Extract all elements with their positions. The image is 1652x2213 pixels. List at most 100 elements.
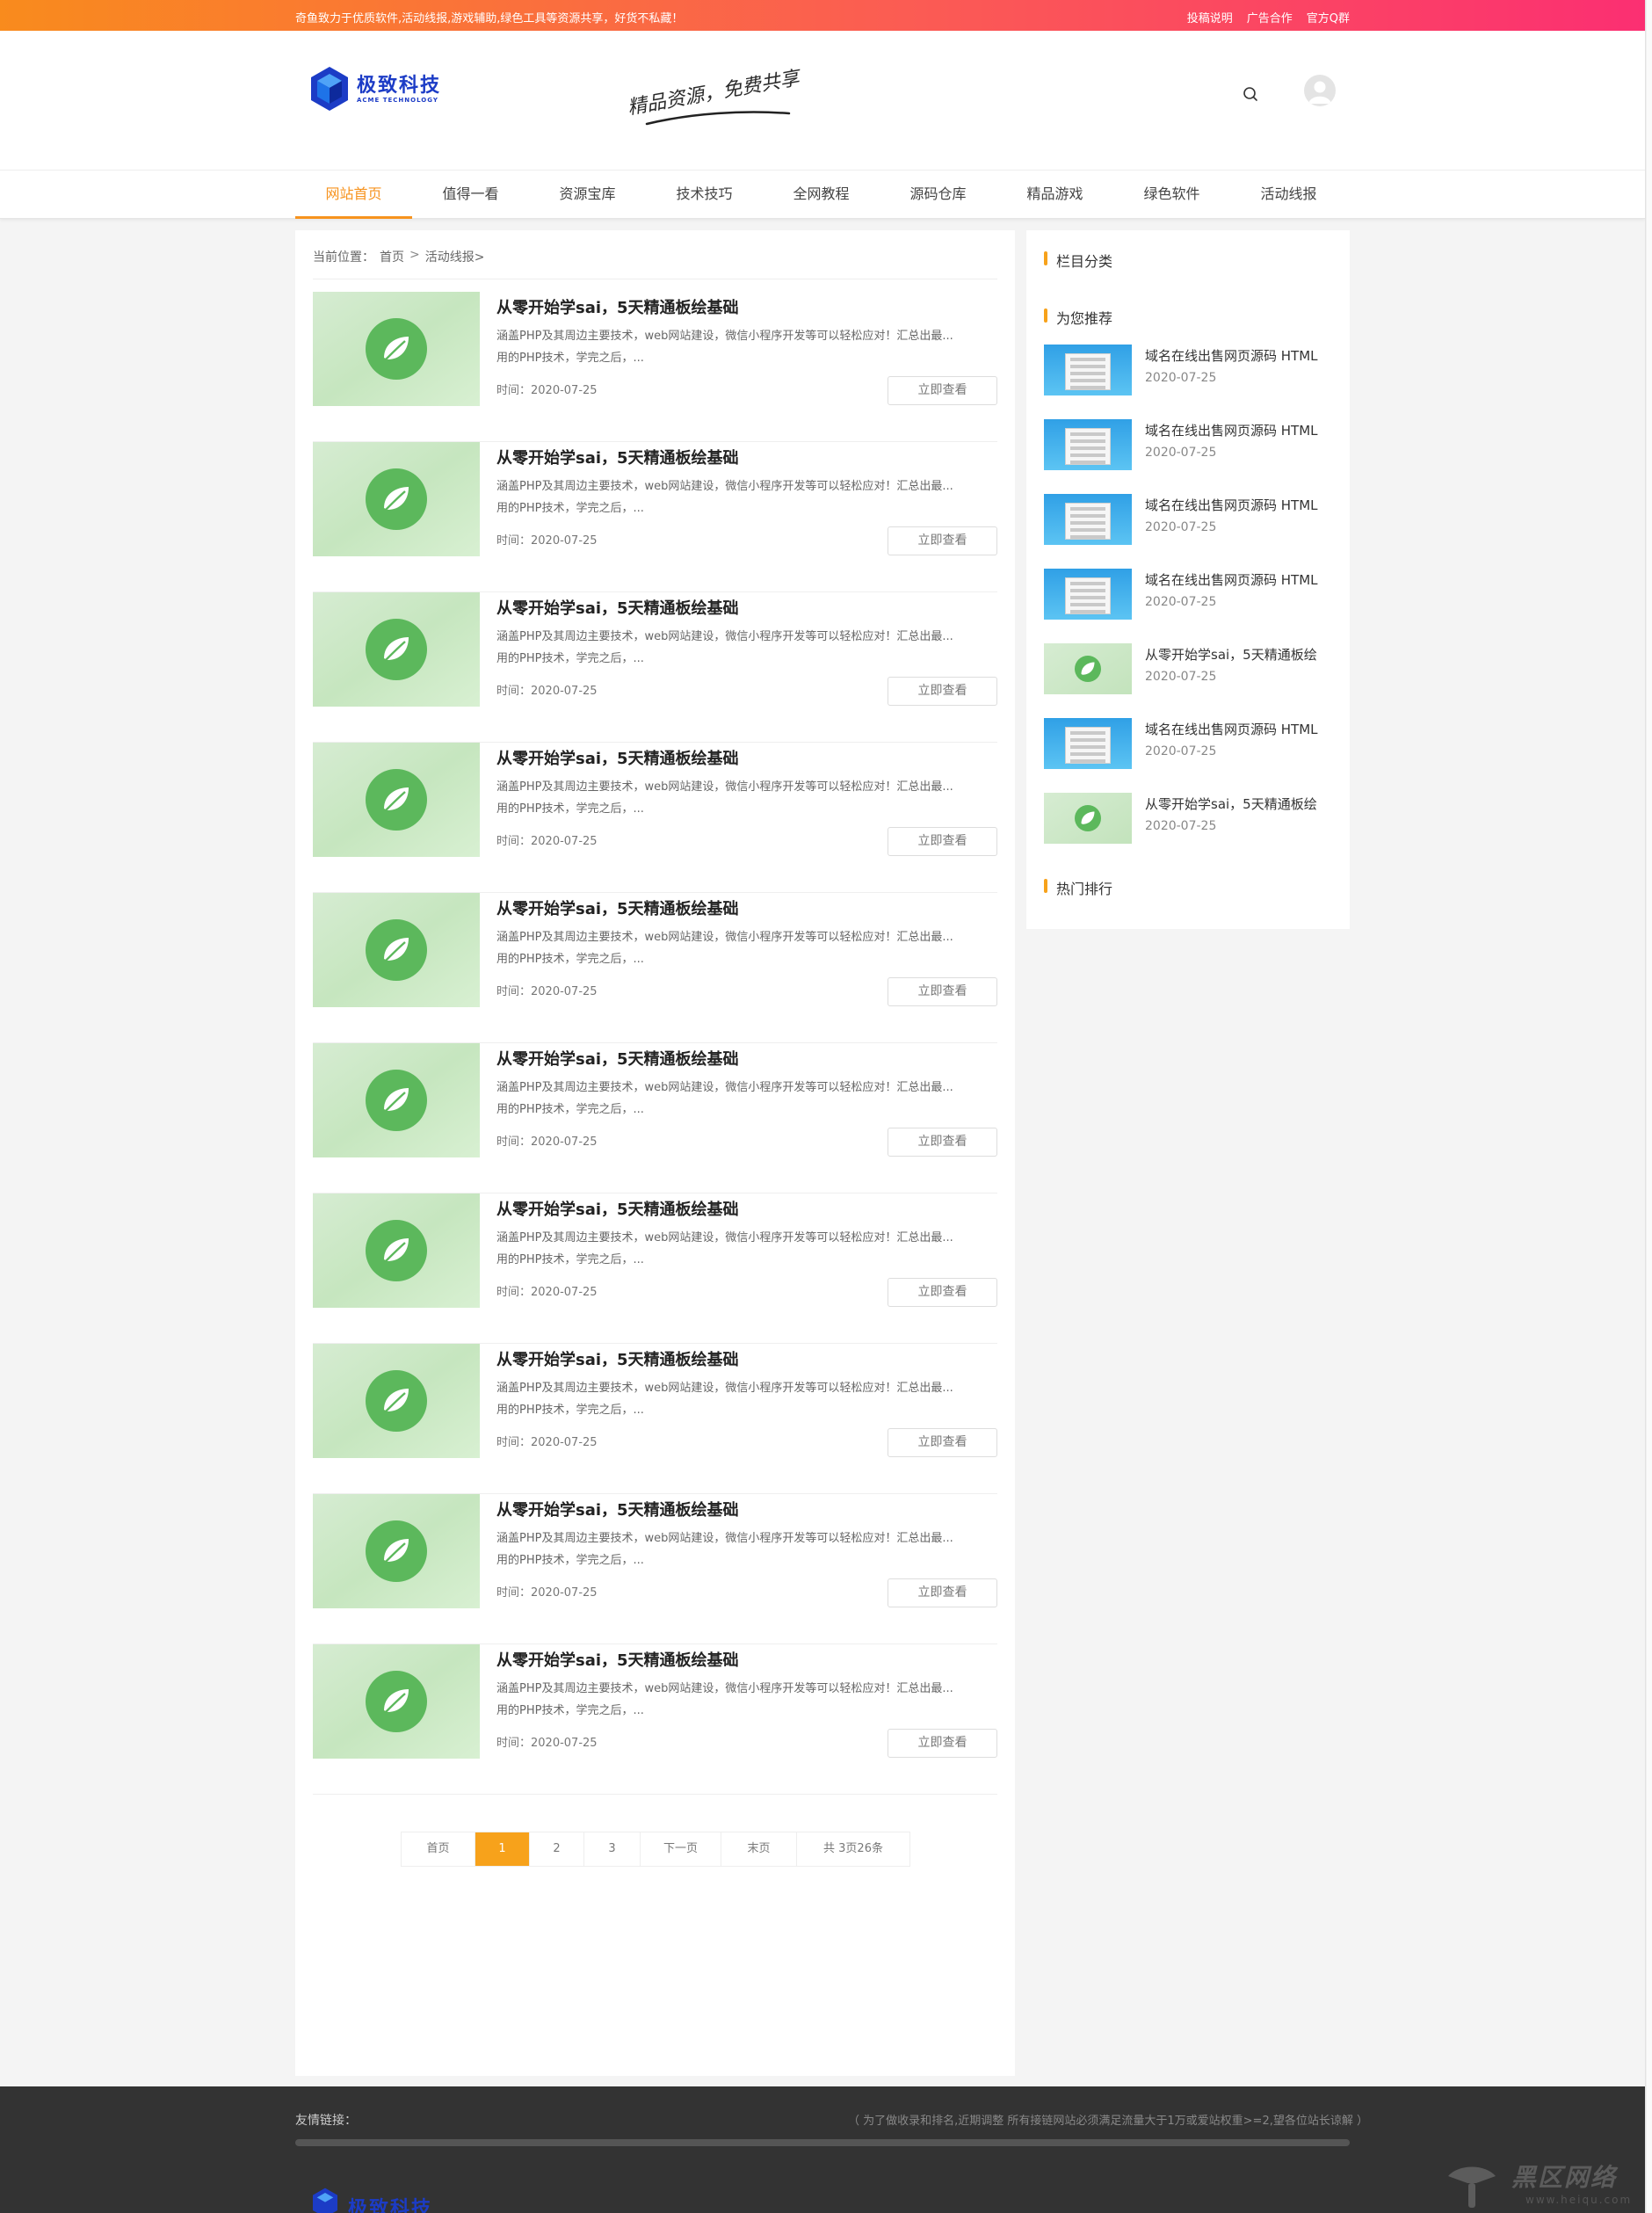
- scrollbar-thumb[interactable]: [1647, 0, 1652, 2213]
- article-date: 时间：2020-07-25: [496, 835, 598, 848]
- recommend-title[interactable]: 域名在线出售网页源码 HTML: [1145, 421, 1318, 439]
- view-now-button[interactable]: 立即查看: [888, 977, 997, 1006]
- recommend-thumbnail[interactable]: [1044, 718, 1132, 769]
- leaf-icon: [1075, 656, 1101, 682]
- recommend-thumbnail[interactable]: [1044, 345, 1132, 395]
- article-date: 时间：2020-07-25: [496, 1136, 598, 1149]
- recommend-item: 从零开始学sai，5天精通板绘 2020-07-25: [1044, 793, 1334, 845]
- recommend-title[interactable]: 域名在线出售网页源码 HTML: [1145, 570, 1318, 589]
- leaf-icon: [366, 1520, 427, 1582]
- pager-page-1[interactable]: 1: [475, 1832, 530, 1866]
- recommend-title[interactable]: 域名在线出售网页源码 HTML: [1145, 346, 1318, 365]
- search-icon[interactable]: [1240, 83, 1261, 105]
- nav-item-3[interactable]: 技术技巧: [646, 171, 763, 218]
- pager-last[interactable]: 末页: [721, 1832, 797, 1866]
- recommend-date: 2020-07-25: [1145, 595, 1217, 609]
- view-now-button[interactable]: 立即查看: [888, 1578, 997, 1607]
- recommend-item: 域名在线出售网页源码 HTML 2020-07-25: [1044, 569, 1334, 621]
- article-title[interactable]: 从零开始学sai，5天精通板绘基础: [496, 1197, 739, 1220]
- article-thumbnail[interactable]: [313, 1644, 480, 1759]
- nav-item-7[interactable]: 绿色软件: [1113, 171, 1230, 218]
- article-title[interactable]: 从零开始学sai，5天精通板绘基础: [496, 1347, 739, 1370]
- recommend-thumbnail[interactable]: [1044, 793, 1132, 844]
- view-now-button[interactable]: 立即查看: [888, 677, 997, 706]
- recommend-thumbnail[interactable]: [1044, 643, 1132, 694]
- article-description-line: 涵盖PHP及其周边主要技术，web网站建设，微信小程序开发等可以轻松应对！汇总出…: [496, 780, 953, 794]
- recommend-thumbnail[interactable]: [1044, 569, 1132, 620]
- article-description-line: 涵盖PHP及其周边主要技术，web网站建设，微信小程序开发等可以轻松应对！汇总出…: [496, 1081, 953, 1094]
- article-item: 从零开始学sai，5天精通板绘基础 涵盖PHP及其周边主要技术，web网站建设，微…: [313, 1494, 997, 1644]
- recommend-date: 2020-07-25: [1145, 744, 1217, 758]
- recommend-thumbnail[interactable]: [1044, 494, 1132, 545]
- view-now-button[interactable]: 立即查看: [888, 376, 997, 405]
- nav-item-0[interactable]: 网站首页: [295, 171, 412, 219]
- breadcrumb-home[interactable]: 首页: [380, 248, 404, 265]
- article-title[interactable]: 从零开始学sai，5天精通板绘基础: [496, 1648, 739, 1671]
- vertical-scrollbar[interactable]: [1645, 0, 1652, 2213]
- article-title[interactable]: 从零开始学sai，5天精通板绘基础: [496, 596, 739, 619]
- leaf-icon: [366, 1671, 427, 1732]
- recommend-date: 2020-07-25: [1145, 371, 1217, 385]
- article-title[interactable]: 从零开始学sai，5天精通板绘基础: [496, 1498, 739, 1520]
- article-title[interactable]: 从零开始学sai，5天精通板绘基础: [496, 746, 739, 769]
- nav-item-6[interactable]: 精品游戏: [996, 171, 1113, 218]
- article-thumbnail[interactable]: [313, 442, 480, 556]
- pager-first[interactable]: 首页: [402, 1832, 475, 1866]
- recommend-item: 域名在线出售网页源码 HTML 2020-07-25: [1044, 718, 1334, 771]
- recommend-title[interactable]: 从零开始学sai，5天精通板绘: [1145, 795, 1317, 813]
- article-item: 从零开始学sai，5天精通板绘基础涵盖PHP及其周边主要技术，web网站建设，微…: [313, 292, 997, 442]
- recommend-title[interactable]: 域名在线出售网页源码 HTML: [1145, 496, 1318, 514]
- article-date: 时间：2020-07-25: [496, 534, 598, 548]
- leaf-icon: [366, 619, 427, 680]
- nav-item-1[interactable]: 值得一看: [412, 171, 529, 218]
- article-title[interactable]: 从零开始学sai，5天精通板绘基础: [496, 896, 739, 919]
- nav-item-5[interactable]: 源码仓库: [880, 171, 996, 218]
- view-now-button[interactable]: 立即查看: [888, 1128, 997, 1157]
- nav-item-2[interactable]: 资源宝库: [529, 171, 646, 218]
- article-description-line: 涵盖PHP及其周边主要技术，web网站建设，微信小程序开发等可以轻松应对！汇总出…: [496, 330, 953, 343]
- top-link-qq-group[interactable]: 官方Q群: [1307, 9, 1350, 25]
- article-description: 涵盖PHP及其周边主要技术，web网站建设，微信小程序开发等可以轻松应对！汇总出…: [496, 1077, 989, 1121]
- breadcrumb-current[interactable]: 活动线报>: [425, 248, 485, 265]
- article-description-line: 用的PHP技术，学完之后，...: [496, 1704, 644, 1717]
- sidebar-hot-title: 热门排行: [1044, 877, 1112, 898]
- user-avatar-icon[interactable]: [1304, 75, 1336, 106]
- footer-logo[interactable]: 极致科技: [308, 2186, 466, 2213]
- recommend-date: 2020-07-25: [1145, 670, 1217, 684]
- article-title[interactable]: 从零开始学sai，5天精通板绘基础: [496, 1047, 739, 1070]
- article-thumbnail[interactable]: [313, 292, 480, 406]
- article-description: 涵盖PHP及其周边主要技术，web网站建设，微信小程序开发等可以轻松应对！汇总出…: [496, 325, 989, 369]
- site-logo[interactable]: 极致科技 ACME TECHNOLOGY: [308, 63, 448, 116]
- view-now-button[interactable]: 立即查看: [888, 1729, 997, 1758]
- recommend-title[interactable]: 域名在线出售网页源码 HTML: [1145, 720, 1318, 738]
- recommend-title[interactable]: 从零开始学sai，5天精通板绘: [1145, 645, 1317, 664]
- sidebar-category-title: 栏目分类: [1044, 250, 1112, 271]
- article-thumbnail[interactable]: [313, 592, 480, 707]
- article-thumbnail[interactable]: [313, 893, 480, 1007]
- article-description: 涵盖PHP及其周边主要技术，web网站建设，微信小程序开发等可以轻松应对！汇总出…: [496, 475, 989, 519]
- pager-page-2[interactable]: 2: [530, 1832, 584, 1866]
- nav-item-4[interactable]: 全网教程: [763, 171, 880, 218]
- view-now-button[interactable]: 立即查看: [888, 526, 997, 555]
- top-link-submit-guide[interactable]: 投稿说明: [1187, 9, 1233, 25]
- pager-next[interactable]: 下一页: [641, 1832, 721, 1866]
- article-thumbnail[interactable]: [313, 743, 480, 857]
- view-now-button[interactable]: 立即查看: [888, 827, 997, 856]
- view-now-button[interactable]: 立即查看: [888, 1428, 997, 1457]
- article-title[interactable]: 从零开始学sai，5天精通板绘基础: [496, 295, 739, 318]
- screen-mockup-icon: [1065, 577, 1111, 614]
- top-link-advertising[interactable]: 广告合作: [1247, 9, 1293, 25]
- article-description: 涵盖PHP及其周边主要技术，web网站建设，微信小程序开发等可以轻松应对！汇总出…: [496, 776, 989, 820]
- recommend-thumbnail[interactable]: [1044, 419, 1132, 470]
- view-now-button[interactable]: 立即查看: [888, 1278, 997, 1307]
- article-thumbnail[interactable]: [313, 1344, 480, 1458]
- nav-item-8[interactable]: 活动线报: [1230, 171, 1347, 218]
- article-thumbnail[interactable]: [313, 1194, 480, 1308]
- pager-page-3[interactable]: 3: [584, 1832, 641, 1866]
- article-thumbnail[interactable]: [313, 1043, 480, 1157]
- article-description-line: 用的PHP技术，学完之后，...: [496, 953, 644, 966]
- article-title[interactable]: 从零开始学sai，5天精通板绘基础: [496, 446, 739, 468]
- sidebar: 栏目分类 为您推荐 域名在线出售网页源码 HTML 2020-07-25 域名在线出…: [1026, 230, 1350, 929]
- article-description: 涵盖PHP及其周边主要技术，web网站建设，微信小程序开发等可以轻松应对！汇总出…: [496, 926, 989, 970]
- article-thumbnail[interactable]: [313, 1494, 480, 1608]
